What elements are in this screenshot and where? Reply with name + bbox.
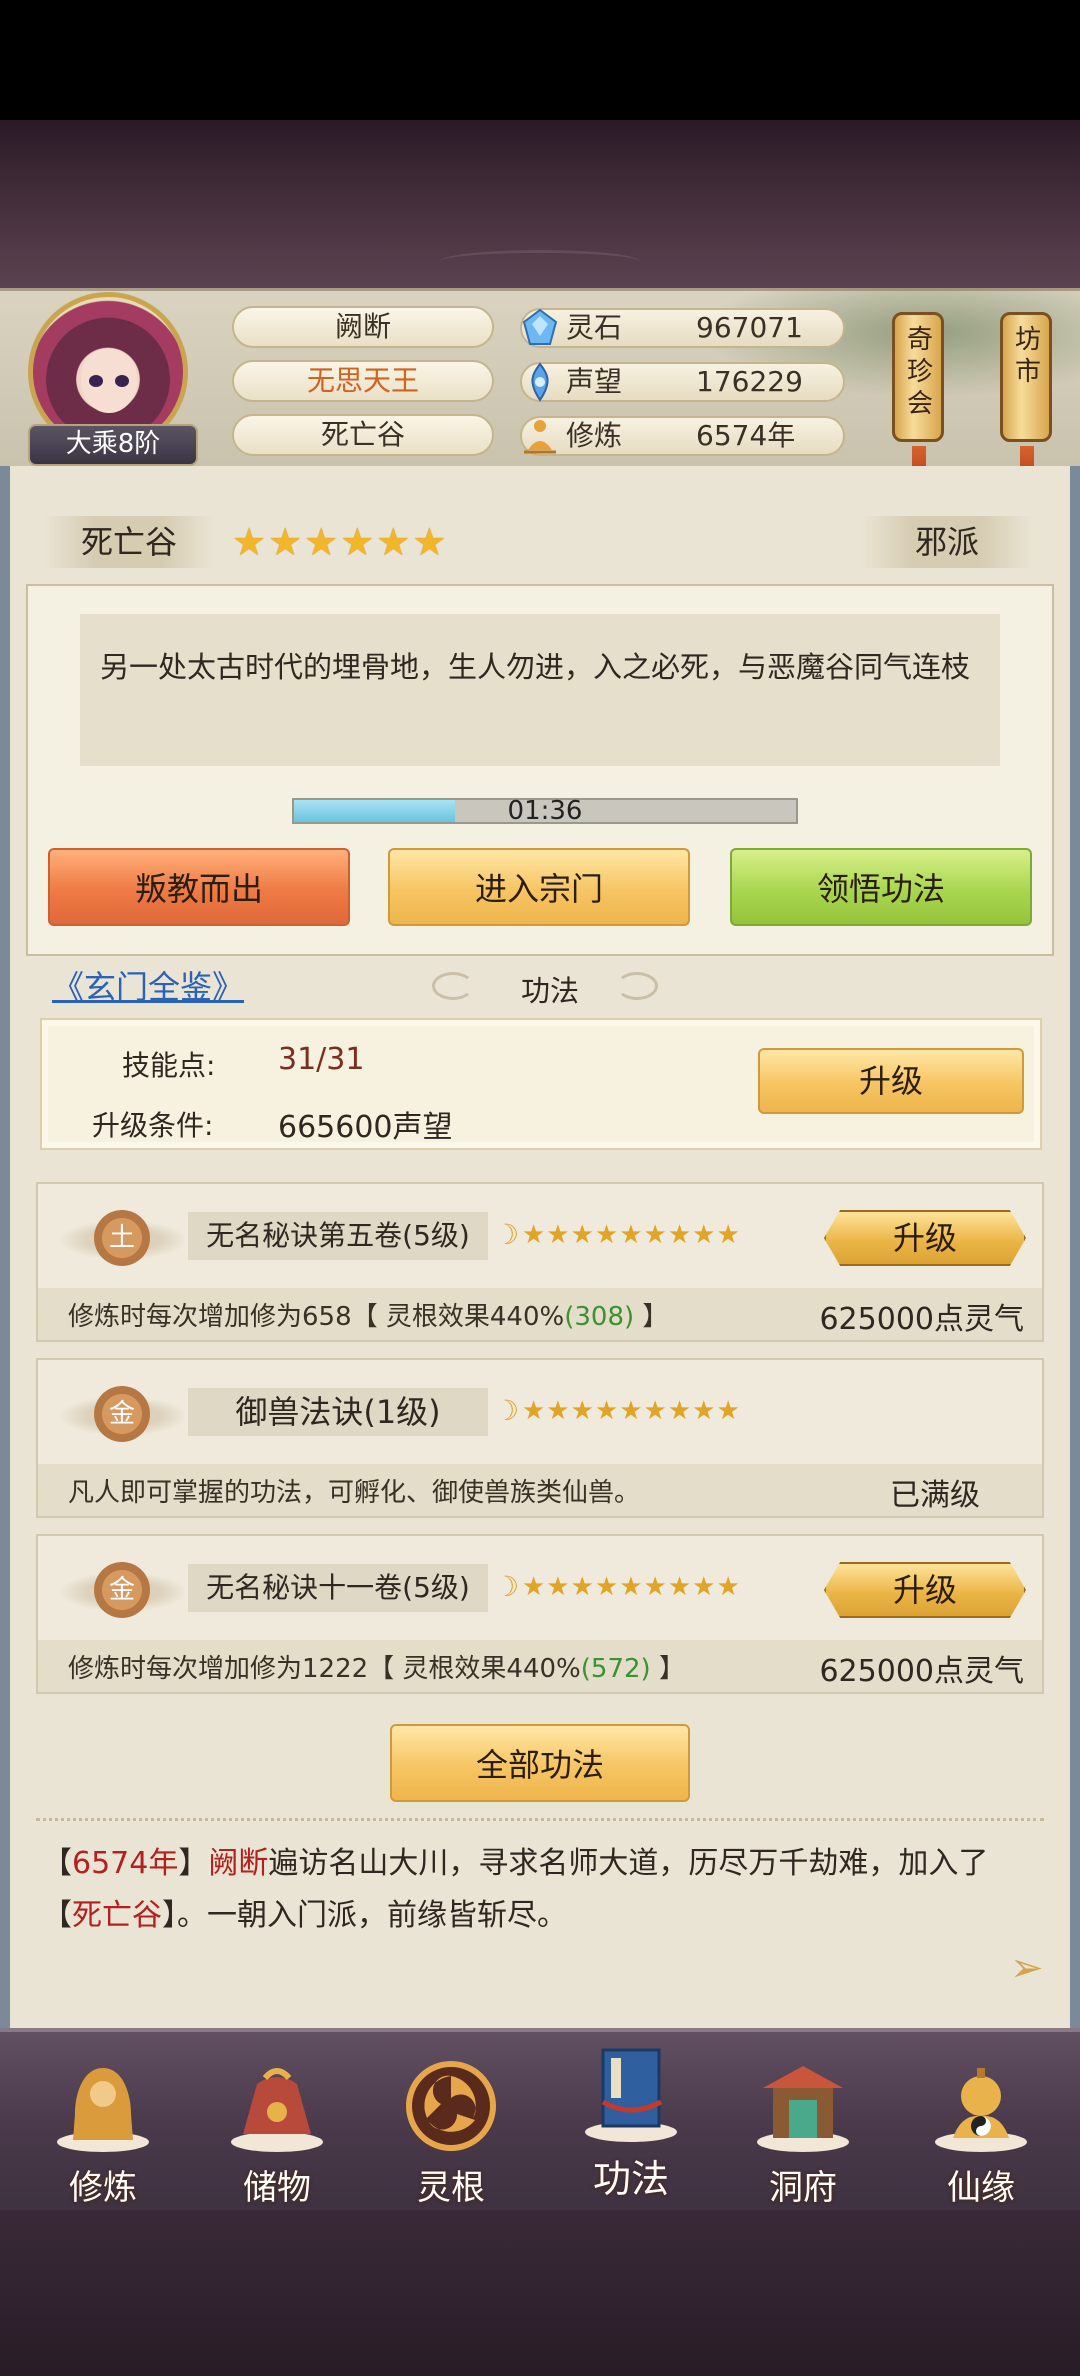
skill-stars: ★★★★★★★★★ [522, 1396, 741, 1426]
skill-card[interactable]: 金 御兽法诀(1级) ☽ ★★★★★★★★★ 凡人即可掌握的功法，可孵化、御使兽… [36, 1358, 1044, 1518]
storage-bag-icon [231, 2068, 323, 2152]
comprehend-skill-button[interactable]: 领悟功法 [730, 848, 1032, 926]
skill-description: 修炼时每次增加修为658【 灵根效果440%(308) 】 [68, 1302, 669, 1332]
nav-immortal-fate[interactable]: 仙缘 [906, 2052, 1056, 2208]
upgrade-condition-value: 665600声望 [278, 1110, 453, 1145]
meditation-icon [524, 420, 556, 454]
reputation-icon [531, 362, 549, 402]
bottom-decoration [0, 2210, 1080, 2376]
skill-cost: 625000点灵气 [819, 1302, 1024, 1337]
skill-name: 无名秘诀第五卷(5级) [188, 1212, 488, 1260]
moon-icon: ☽ [494, 1570, 520, 1603]
cave-mansion-icon [757, 2066, 849, 2152]
enter-sect-button[interactable]: 进入宗门 [388, 848, 690, 926]
skill-stars: ★★★★★★★★★ [522, 1220, 741, 1250]
skill-description: 修炼时每次增加修为1222【 灵根效果440%(572) 】 [68, 1654, 685, 1684]
nav-skills[interactable]: 功法 [556, 2040, 706, 2201]
swirl-ornament [432, 972, 474, 1000]
timer-progress-bar: 01:36 [292, 796, 798, 826]
skill-stars: ★★★★★★★★★ [522, 1572, 741, 1602]
skills-section-title: 功法 [520, 974, 579, 1008]
upgrade-skill-button[interactable]: 升级 [824, 1562, 1026, 1618]
timer-text: 01:36 [507, 796, 583, 826]
all-skills-button[interactable]: 全部功法 [390, 1724, 690, 1802]
nav-cultivate[interactable]: 修炼 [28, 2052, 178, 2208]
spirit-stone-icon [522, 308, 558, 345]
player-name: 阙断 [232, 306, 494, 348]
resource-spirit-stone: 灵石 967071 [520, 308, 845, 348]
skill-points-value: 31/31 [278, 1042, 365, 1077]
player-title[interactable]: 无思天王 [232, 360, 494, 402]
sect-description: 另一处太古时代的埋骨地，生人勿进，入之必死，与恶魔谷同气连枝 [80, 614, 1000, 766]
treasure-fair-scroll[interactable]: 奇珍会 [892, 312, 944, 442]
metal-element-icon: 金 [94, 1386, 150, 1442]
top-decoration [0, 120, 1080, 288]
moon-icon: ☽ [494, 1218, 520, 1251]
player-sect: 死亡谷 [232, 414, 494, 456]
skill-book-icon [585, 2048, 677, 2142]
skill-cost: 625000点灵气 [819, 1654, 1024, 1689]
market-scroll[interactable]: 坊市 [1000, 312, 1052, 442]
earth-element-icon: 土 [94, 1210, 150, 1266]
spirit-root-icon [406, 2061, 496, 2151]
nav-spirit-root[interactable]: 灵根 [376, 2052, 526, 2208]
upgrade-sect-skill-button[interactable]: 升级 [758, 1048, 1024, 1114]
rank-badge: 大乘8阶 [28, 424, 198, 466]
immortal-fate-icon [935, 2068, 1027, 2152]
nav-cave-mansion[interactable]: 洞府 [728, 2052, 878, 2208]
moon-icon: ☽ [494, 1394, 520, 1427]
resource-reputation: 声望 176229 [520, 362, 845, 402]
next-arrow-icon[interactable]: ➢ [1010, 1948, 1050, 1988]
sect-stars: ★★★★★★ [232, 520, 449, 564]
cultivate-icon [57, 2068, 149, 2152]
resource-cultivation: 修炼 6574年 [520, 416, 845, 456]
metal-element-icon: 金 [94, 1562, 150, 1618]
event-log: 【6574年】阙断遍访名山大川，寻求名师大道，历尽万千劫难，加入了 【死亡谷】。一… [42, 1846, 989, 1933]
nav-storage[interactable]: 储物 [202, 2052, 352, 2208]
leave-sect-button[interactable]: 叛教而出 [48, 848, 350, 926]
upgrade-skill-button[interactable]: 升级 [824, 1210, 1026, 1266]
skill-points-label: 技能点: [122, 1049, 216, 1082]
sect-name: 死亡谷 [44, 516, 214, 568]
status-bar-area [0, 0, 1080, 120]
skill-max-level: 已满级 [890, 1478, 980, 1513]
divider [36, 1818, 1044, 1829]
skill-card[interactable]: 土 无名秘诀第五卷(5级) ☽ ★★★★★★★★★ 升级 修炼时每次增加修为65… [36, 1182, 1044, 1342]
skill-name: 无名秘诀十一卷(5级) [188, 1564, 488, 1612]
xuanmen-encyclopedia-link[interactable]: 《玄门全鉴》 [52, 962, 244, 1008]
skill-description: 凡人即可掌握的功法，可孵化、御使兽族类仙兽。 [68, 1478, 641, 1508]
skill-card[interactable]: 金 无名秘诀十一卷(5级) ☽ ★★★★★★★★★ 升级 修炼时每次增加修为12… [36, 1534, 1044, 1694]
skill-name: 御兽法诀(1级) [188, 1388, 488, 1436]
swirl-ornament [616, 972, 658, 1000]
skill-points-box: 技能点: 31/31 升级条件: 665600声望 升级 [40, 1018, 1042, 1150]
upgrade-condition-label: 升级条件: [92, 1109, 214, 1142]
faction-label: 邪派 [862, 516, 1032, 568]
